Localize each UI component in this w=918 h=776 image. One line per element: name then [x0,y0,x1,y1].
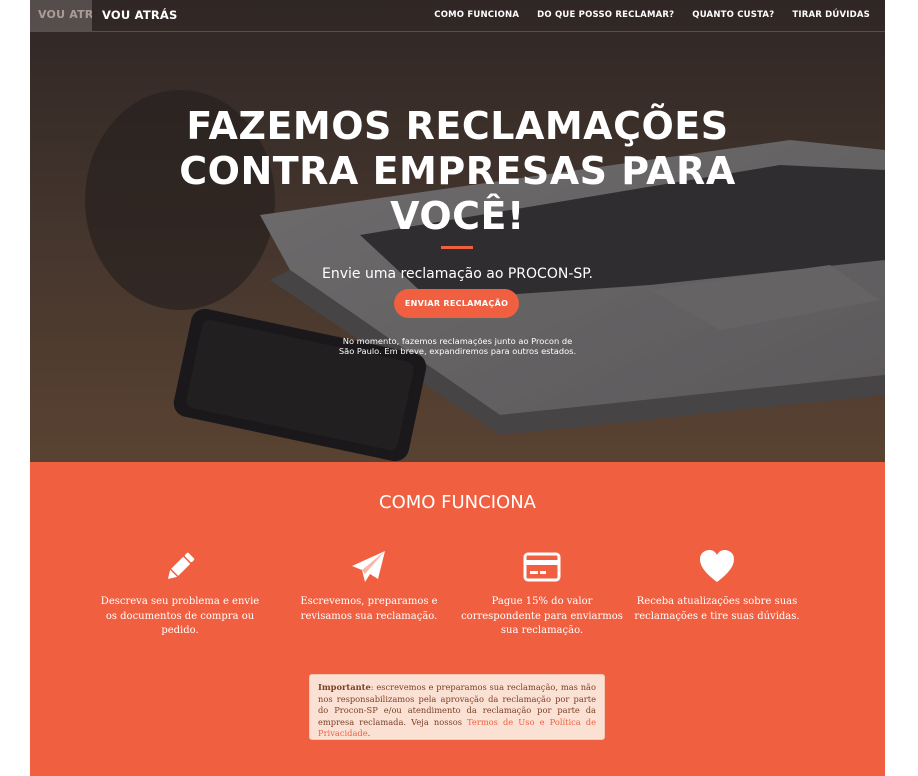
notice-end: . [367,728,371,738]
top-navbar: VOU ATRÁS VOU ATRÁS COMO FUNCIONA DO QUE… [30,0,885,32]
step-updates: Receba atualizações sobre suas reclamaçõ… [632,547,802,624]
step-text: Receba atualizações sobre suas reclamaçõ… [634,596,800,622]
step-text: Pague 15% do valor correspondente para e… [461,596,623,636]
paper-plane-icon [352,551,385,582]
nav-link-como-funciona[interactable]: COMO FUNCIONA [434,10,519,20]
hero-section: VOU ATRÁS VOU ATRÁS COMO FUNCIONA DO QUE… [30,0,885,462]
hero-note: No momento, fazemos reclamações junto ao… [338,336,577,356]
step-write: Escrevemos, preparamos e revisamos sua r… [284,547,454,624]
landing-page: VOU ATRÁS VOU ATRÁS COMO FUNCIONA DO QUE… [30,0,885,776]
section-title: COMO FUNCIONA [379,492,536,513]
hero-title-line-2: CONTRA EMPRESAS PARA [179,149,736,193]
nav-menu: COMO FUNCIONA DO QUE POSSO RECLAMAR? QUA… [434,10,870,20]
step-pay: Pague 15% do valor correspondente para e… [457,547,627,639]
brand-logo-faded[interactable]: VOU ATRÁS [30,0,92,31]
heart-icon [700,550,734,582]
nav-link-tirar-duvidas[interactable]: TIRAR DÚVIDAS [792,10,870,20]
how-it-works-section: COMO FUNCIONA Descreva seu problema e en… [30,462,885,776]
step-describe: Descreva seu problema e envie os documen… [95,547,265,639]
brand-logo[interactable]: VOU ATRÁS [102,8,178,22]
hero-subtitle: Envie uma reclamação ao PROCON-SP. [322,266,593,282]
nav-link-quanto-custa[interactable]: QUANTO CUSTA? [692,10,774,20]
title-divider [441,246,473,249]
hero-title-line-3: VOCÊ! [390,194,525,238]
notice-label: Importante [318,682,371,692]
step-text: Escrevemos, preparamos e revisamos sua r… [300,596,438,622]
send-complaint-button[interactable]: ENVIAR RECLAMAÇÃO [394,289,519,318]
pencil-icon [167,552,195,580]
important-notice: Importante: escrevemos e preparamos sua … [309,674,605,740]
credit-card-icon [523,552,561,582]
hero-title: FAZEMOS RECLAMAÇÕES CONTRA EMPRESAS PARA… [30,104,885,239]
hero-title-line-1: FAZEMOS RECLAMAÇÕES [186,104,729,148]
nav-link-do-que-posso-reclamar[interactable]: DO QUE POSSO RECLAMAR? [537,10,674,20]
step-text: Descreva seu problema e envie os documen… [100,596,260,636]
